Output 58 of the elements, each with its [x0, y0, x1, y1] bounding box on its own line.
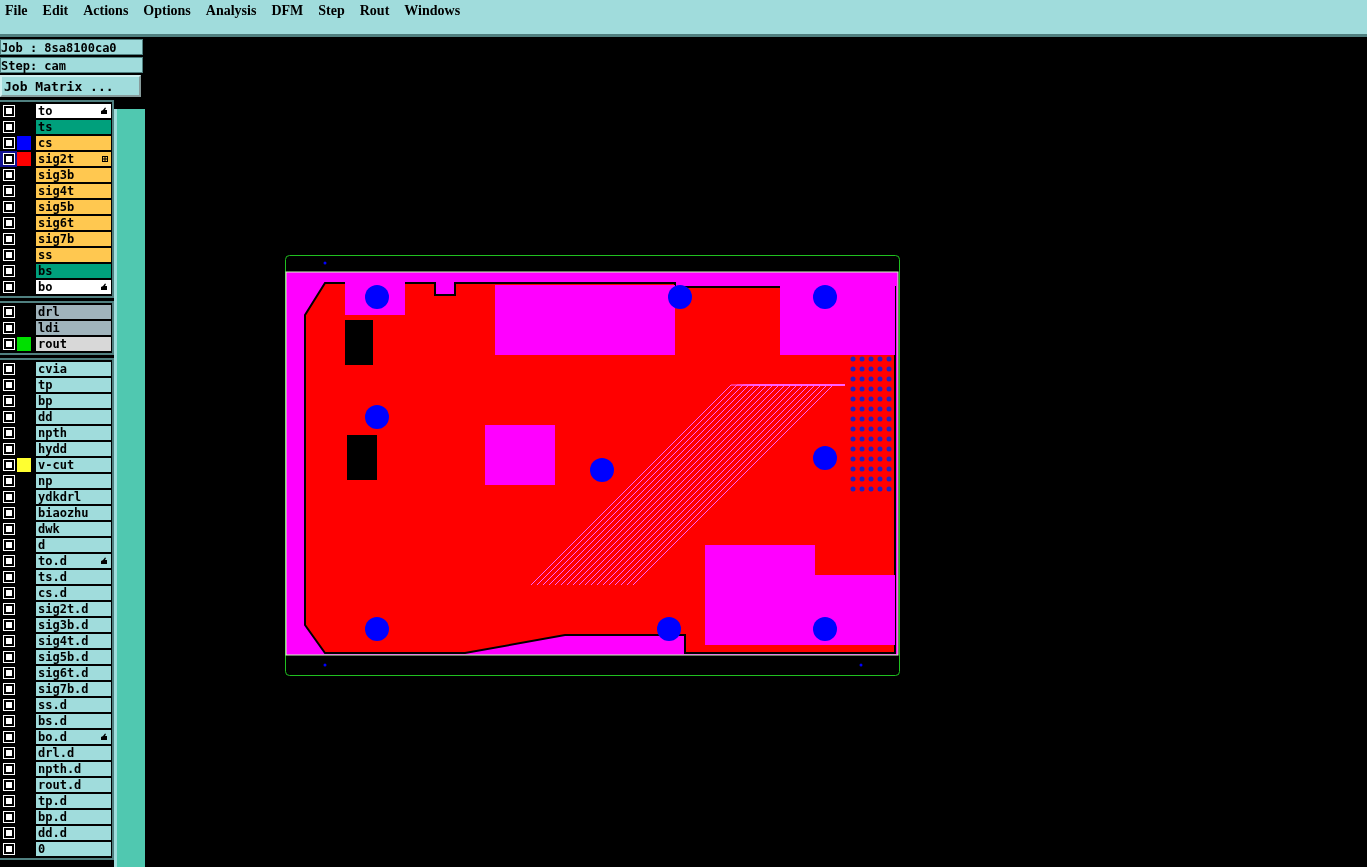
menu-item[interactable]: Edit [41, 3, 77, 19]
layer-name-item[interactable]: tp.d [35, 793, 112, 809]
menu-item[interactable]: DFM [270, 3, 312, 19]
layer-name-item[interactable]: v-cut [35, 457, 112, 473]
layer-name-item[interactable]: hydd [35, 441, 112, 457]
layer-name-item[interactable]: ss.d [35, 697, 112, 713]
layer-name-item[interactable]: ydkdrl [35, 489, 112, 505]
layer-name-item[interactable]: 0 [35, 841, 112, 857]
menu-item[interactable]: Step [317, 3, 353, 19]
layer-name-item[interactable]: to.d [35, 553, 112, 569]
step-name-label: Step: cam [0, 57, 143, 73]
layer-name-item[interactable]: sig7b [35, 231, 112, 247]
layer-name-item[interactable]: cs.d [35, 585, 112, 601]
layer-name-item[interactable]: np [35, 473, 112, 489]
layer-name-item[interactable]: sig4t.d [35, 633, 112, 649]
layer-name-item[interactable]: npth.d [35, 761, 112, 777]
layer-name-item[interactable]: tp [35, 377, 112, 393]
layer-name-item[interactable]: dd [35, 409, 112, 425]
layer-name-item[interactable]: dd.d [35, 825, 112, 841]
layer-name-item[interactable]: sig6t.d [35, 665, 112, 681]
job-name-label: Job : 8sa8100ca0 [0, 39, 143, 55]
layer-name-item[interactable]: bo [35, 279, 112, 295]
layer-name-item[interactable]: to [35, 103, 112, 119]
menu-item[interactable]: Windows [403, 3, 469, 19]
job-matrix-button[interactable]: Job Matrix ... [0, 75, 141, 97]
layer-name-item[interactable]: sig4t [35, 183, 112, 199]
layer-name-item[interactable]: ts.d [35, 569, 112, 585]
layer-name-item[interactable]: sig6t [35, 215, 112, 231]
layer-name-item[interactable]: sig3b.d [35, 617, 112, 633]
menu-item[interactable]: Rout [358, 3, 398, 19]
menu-item[interactable]: File [4, 3, 36, 19]
layer-name-item[interactable]: drl.d [35, 745, 112, 761]
layer-name-item[interactable]: cvia [35, 361, 112, 377]
menu-item[interactable]: Analysis [204, 3, 265, 19]
layer-name-item[interactable]: npth [35, 425, 112, 441]
layer-name-item[interactable]: cs [35, 135, 112, 151]
layer-name-item[interactable]: bs [35, 263, 112, 279]
layer-name-item[interactable]: d [35, 537, 112, 553]
layer-name-item[interactable]: ts [35, 119, 112, 135]
layer-name-item[interactable]: sig5b [35, 199, 112, 215]
layer-name-item[interactable]: sig5b.d [35, 649, 112, 665]
layer-name-item[interactable]: drl [35, 304, 112, 320]
layer-name-item[interactable]: sig3b [35, 167, 112, 183]
menu-item[interactable]: Actions [82, 3, 137, 19]
layer-name-item[interactable]: rout [35, 336, 112, 352]
layer-name-item[interactable]: bo.d [35, 729, 112, 745]
menu-item[interactable]: Options [142, 3, 199, 19]
layer-name-item[interactable]: dwk [35, 521, 112, 537]
layer-name-item[interactable]: bp [35, 393, 112, 409]
layer-name-item[interactable]: biaozhu [35, 505, 112, 521]
layer-name-item[interactable]: sig7b.d [35, 681, 112, 697]
layer-name-item[interactable]: ldi [35, 320, 112, 336]
layer-name-item[interactable]: ss [35, 247, 112, 263]
layer-name-item[interactable]: sig2t.d [35, 601, 112, 617]
layer-name-item[interactable]: rout.d [35, 777, 112, 793]
layer-name-item[interactable]: bp.d [35, 809, 112, 825]
layer-name-item[interactable]: bs.d [35, 713, 112, 729]
layer-name-item[interactable]: sig2t [35, 151, 112, 167]
